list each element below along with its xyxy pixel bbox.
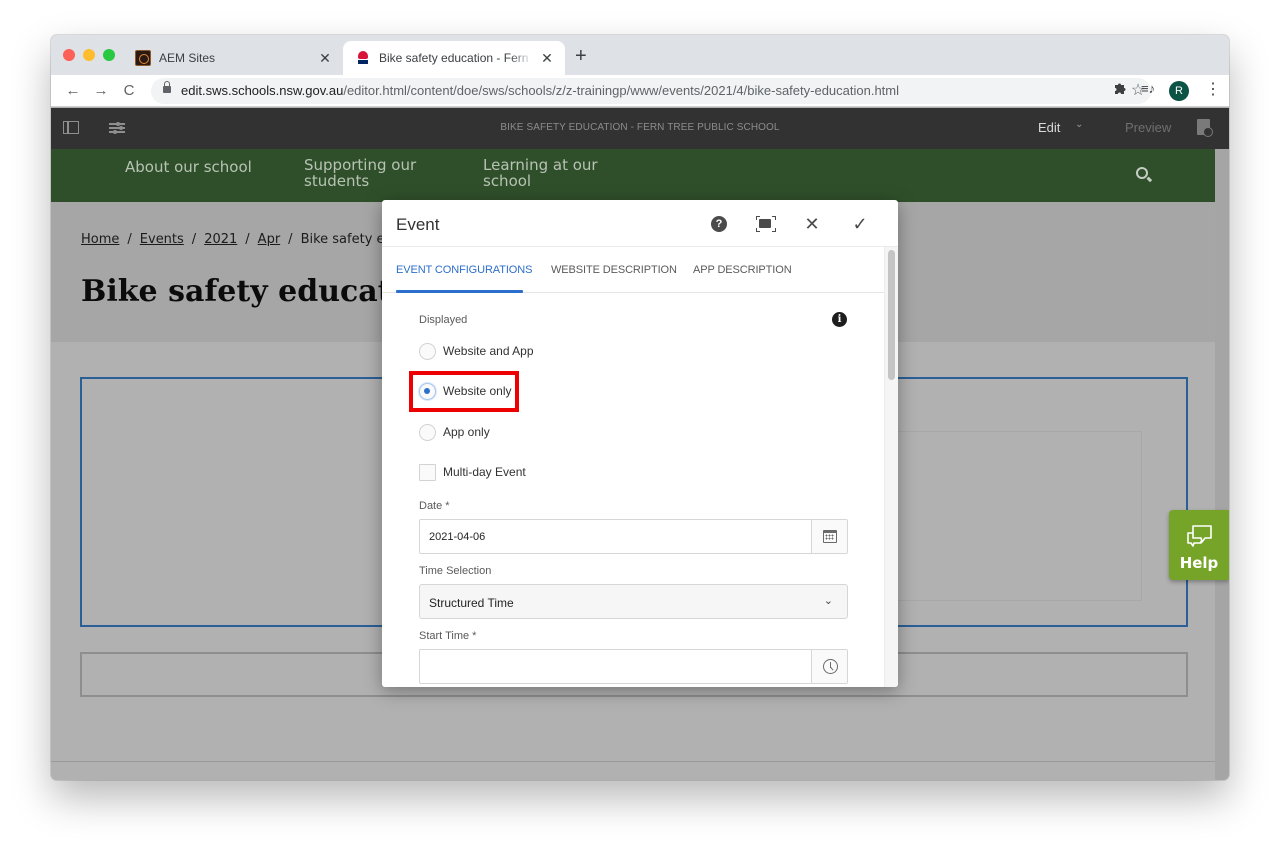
done-check-icon[interactable]: ✓ <box>850 214 870 234</box>
time-selection-dropdown[interactable]: Structured Time ⌄ <box>419 584 848 619</box>
address-bar[interactable]: edit.sws.schools.nsw.gov.au/editor.html/… <box>151 78 1151 104</box>
dialog-body: EVENT CONFIGURATIONS WEBSITE DESCRIPTION… <box>382 246 898 687</box>
reload-icon[interactable]: C <box>119 81 139 101</box>
aem-editor-bar: BIKE SAFETY EDUCATION - FERN TREE PUBLIC… <box>51 108 1229 149</box>
browser-tab-bike-safety[interactable]: Bike safety education - Fern Tree Public… <box>343 41 565 75</box>
breadcrumb-events[interactable]: Events <box>140 232 184 247</box>
checkbox-label: Multi-day Event <box>443 465 526 479</box>
tab-website-description[interactable]: WEBSITE DESCRIPTION <box>551 264 677 276</box>
fullscreen-icon[interactable] <box>756 214 776 234</box>
breadcrumb-2021[interactable]: 2021 <box>204 232 237 247</box>
radio-label: App only <box>443 425 490 439</box>
nsw-favicon-icon <box>355 50 371 66</box>
annotations-icon[interactable] <box>1197 119 1213 137</box>
divider <box>51 761 1215 762</box>
clock-icon <box>823 659 838 674</box>
help-label: Help <box>1179 554 1219 572</box>
page-scrollbar[interactable] <box>1215 149 1229 780</box>
start-time-field[interactable] <box>419 649 848 684</box>
nav-item-supporting[interactable]: Supporting our students <box>304 157 434 189</box>
dialog-scrollbar[interactable] <box>884 247 898 687</box>
dialog-title: Event <box>396 215 440 234</box>
breadcrumb-separator: / <box>127 232 132 247</box>
info-icon[interactable]: i <box>832 312 847 327</box>
breadcrumb-separator: / <box>245 232 250 247</box>
browser-window: AEM Sites ✕ Bike safety education - Fern… <box>51 35 1229 780</box>
url-path: /editor.html/content/doe/sws/schools/z/z… <box>343 83 900 98</box>
chat-bubbles-icon <box>1187 525 1212 547</box>
breadcrumb-home[interactable]: Home <box>81 232 119 247</box>
profile-avatar[interactable]: R <box>1169 81 1189 101</box>
radio-website-and-app[interactable]: Website and App <box>419 342 534 360</box>
annotation-highlight-box <box>409 371 519 412</box>
tab-title: AEM Sites <box>159 51 216 65</box>
radio-button[interactable] <box>419 342 436 360</box>
multi-day-event-checkbox[interactable]: Multi-day Event <box>419 463 526 481</box>
date-picker-button[interactable] <box>811 520 847 553</box>
radio-label: Website and App <box>443 344 534 358</box>
chevron-down-icon[interactable]: ⌄ <box>1075 119 1083 130</box>
tab-event-configurations[interactable]: EVENT CONFIGURATIONS <box>396 264 532 276</box>
displayed-label: Displayed <box>419 314 468 326</box>
dialog-header: Event ? ✕ ✓ <box>382 200 898 246</box>
search-icon[interactable] <box>1136 167 1148 179</box>
window-minimize-button[interactable] <box>83 49 95 61</box>
chevron-down-icon: ⌄ <box>823 595 833 607</box>
nav-item-learning[interactable]: Learning at our school <box>483 157 613 189</box>
nav-item-about[interactable]: About our school <box>125 159 252 175</box>
url-host: edit.sws.schools.nsw.gov.au <box>181 83 344 98</box>
radio-button[interactable] <box>419 423 436 441</box>
preview-button[interactable]: Preview <box>1125 120 1171 135</box>
back-arrow-icon[interactable]: ← <box>63 81 83 101</box>
tab-title: Bike safety education - Fern Tree Public… <box>379 51 533 65</box>
extensions-puzzle-icon[interactable] <box>1113 81 1127 98</box>
help-icon[interactable]: ? <box>711 216 727 232</box>
date-field[interactable]: 2021-04-06 <box>419 519 848 554</box>
tab-close-icon[interactable]: ✕ <box>539 50 555 66</box>
time-selection-value: Structured Time <box>429 596 514 610</box>
time-picker-button[interactable] <box>811 650 847 683</box>
browser-menu-icon[interactable]: ⋮ <box>1205 79 1221 99</box>
close-icon[interactable]: ✕ <box>802 214 822 234</box>
browser-tab-aem-sites[interactable]: AEM Sites ✕ <box>123 41 343 75</box>
breadcrumb-separator: / <box>288 232 293 247</box>
help-widget-button[interactable]: Help <box>1169 510 1229 580</box>
dialog-scrollbar-thumb[interactable] <box>888 250 895 380</box>
tab-app-description[interactable]: APP DESCRIPTION <box>693 264 792 276</box>
url-text[interactable]: edit.sws.schools.nsw.gov.au/editor.html/… <box>181 83 899 98</box>
lock-icon <box>163 81 171 93</box>
aem-favicon-icon <box>135 50 151 66</box>
media-control-icon[interactable]: ≡♪ <box>1141 81 1155 96</box>
edit-mode-button[interactable]: Edit <box>1038 120 1060 135</box>
breadcrumb-separator: / <box>191 232 197 247</box>
tab-close-icon[interactable]: ✕ <box>317 50 333 66</box>
radio-app-only[interactable]: App only <box>419 423 490 441</box>
forward-arrow-icon[interactable]: → <box>91 81 111 101</box>
date-value: 2021-04-06 <box>429 531 486 543</box>
dialog-tabs: EVENT CONFIGURATIONS WEBSITE DESCRIPTION… <box>382 247 884 293</box>
calendar-icon <box>823 530 837 543</box>
browser-toolbar: ← → C edit.sws.schools.nsw.gov.au/editor… <box>51 75 1229 107</box>
window-zoom-button[interactable] <box>103 49 115 61</box>
event-dialog: Event ? ✕ ✓ EVENT CONFIGURATIONS WEBSITE… <box>382 200 898 687</box>
window-close-button[interactable] <box>63 49 75 61</box>
site-navigation: About our school Supporting our students… <box>51 149 1215 202</box>
start-time-label: Start Time * <box>419 630 477 642</box>
new-tab-button[interactable]: + <box>575 46 587 66</box>
checkbox[interactable] <box>419 463 436 481</box>
active-tab-indicator <box>396 290 523 293</box>
tab-strip: AEM Sites ✕ Bike safety education - Fern… <box>51 35 1229 75</box>
time-selection-label: Time Selection <box>419 565 492 577</box>
breadcrumb-apr[interactable]: Apr <box>258 232 281 247</box>
date-label: Date * <box>419 500 450 512</box>
